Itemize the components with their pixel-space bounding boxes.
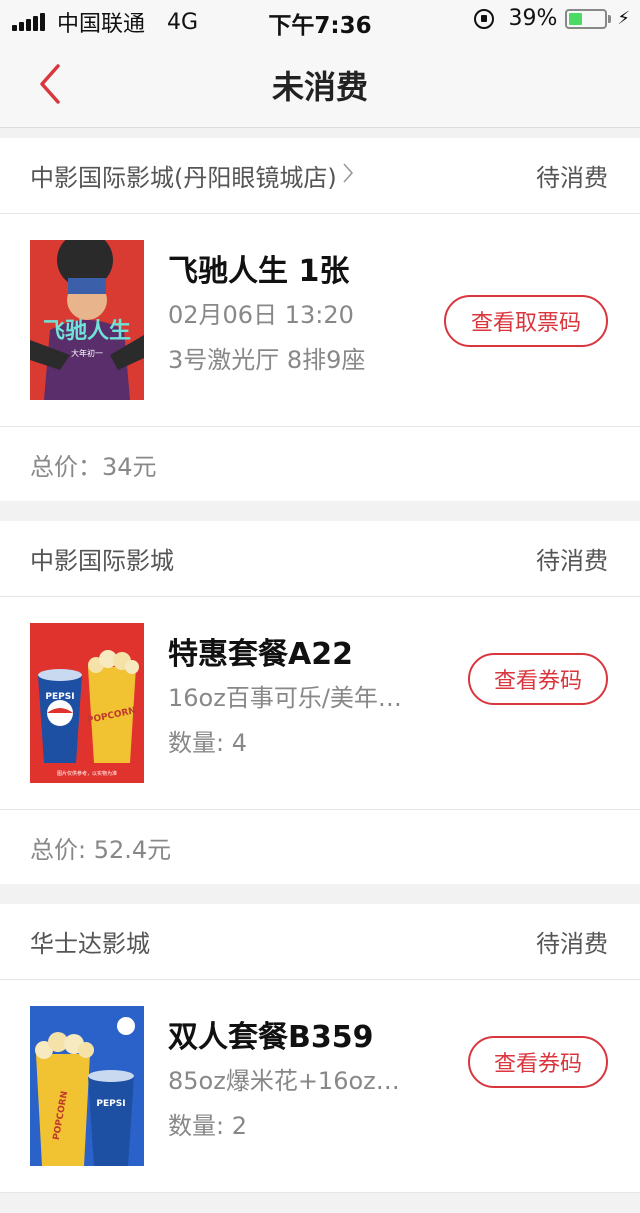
order-card-body: POPCORN PEPSI 双人套餐B359 85oz爆米花+16oz可… 数量… <box>0 980 640 1193</box>
cinema-name[interactable]: 中影国际影城(丹阳眼镜城店) <box>30 158 355 193</box>
combo-title: 特惠套餐A22 <box>168 637 353 672</box>
svg-text:PEPSI: PEPSI <box>45 692 74 702</box>
svg-text:图片仅供参考，以实物为准: 图片仅供参考，以实物为准 <box>57 770 117 777</box>
view-coupon-code-button[interactable]: 查看券码 <box>468 1036 608 1088</box>
view-ticket-code-button[interactable]: 查看取票码 <box>444 295 608 347</box>
order-list: 中影国际影城(丹阳眼镜城店) 待消费 飞驰人生 大年初一 飞驰人生 1张 02月… <box>0 138 640 1213</box>
order-card-header[interactable]: 华士达影城 待消费 <box>0 904 640 980</box>
battery-icon <box>565 8 608 29</box>
order-card-body: PEPSI POPCORN 图片仅供参考，以实物为准 特惠套餐A22 16oz百… <box>0 597 640 810</box>
chevron-left-icon <box>40 64 60 104</box>
order-status: 待消费 <box>536 164 608 192</box>
nav-bar: 未消费 <box>0 40 640 128</box>
status-right: 39% ⚡ <box>474 6 630 31</box>
cinema-name[interactable]: 中影国际影城 <box>30 541 174 576</box>
combo-title: 双人套餐B359 <box>168 1020 374 1055</box>
combo-description: 16oz百事可乐/美年… <box>168 684 402 712</box>
order-card-header[interactable]: 中影国际影城(丹阳眼镜城店) 待消费 <box>0 138 640 214</box>
seat-info: 3号激光厅 8排9座 <box>168 346 366 374</box>
order-total: 总价：34元 <box>30 452 157 481</box>
movie-poster[interactable]: 飞驰人生 大年初一 <box>30 240 144 400</box>
order-card: 中影国际影城 待消费 PEPSI POPCORN 图片仅供参考，以实物为准 特惠… <box>0 521 640 884</box>
status-bar: 中国联通 4G 下午7:36 39% ⚡ <box>0 0 640 40</box>
page-title: 未消费 <box>271 68 368 106</box>
cinema-name[interactable]: 华士达影城 <box>30 924 150 959</box>
svg-text:飞驰人生: 飞驰人生 <box>43 319 131 344</box>
combo-quantity: 数量: 4 <box>168 729 247 757</box>
cinema-name-label: 中影国际影城(丹阳眼镜城店) <box>30 164 337 192</box>
back-button[interactable] <box>28 60 76 108</box>
battery-percent: 39% <box>508 6 558 31</box>
order-total: 总价: 52.4元 <box>30 835 172 864</box>
order-card-header[interactable]: 中影国际影城 待消费 <box>0 521 640 597</box>
battery-tip <box>608 14 612 23</box>
rotation-lock-icon <box>474 8 495 29</box>
view-coupon-code-button[interactable]: 查看券码 <box>468 653 608 705</box>
order-status: 待消费 <box>536 930 608 958</box>
chevron-right-icon <box>341 161 355 191</box>
charging-bolt-icon: ⚡ <box>617 8 630 29</box>
order-card-body: 飞驰人生 大年初一 飞驰人生 1张 02月06日 13:20 3号激光厅 8排9… <box>0 214 640 427</box>
order-status: 待消费 <box>536 547 608 575</box>
svg-text:PEPSI: PEPSI <box>96 1099 125 1109</box>
showtime: 02月06日 13:20 <box>168 301 354 329</box>
combo-description: 85oz爆米花+16oz可… <box>168 1067 418 1095</box>
svg-text:大年初一: 大年初一 <box>71 348 103 358</box>
order-card: 中影国际影城(丹阳眼镜城店) 待消费 飞驰人生 大年初一 飞驰人生 1张 02月… <box>0 138 640 501</box>
combo-image[interactable]: POPCORN PEPSI <box>30 1006 144 1166</box>
movie-title: 飞驰人生 1张 <box>168 254 350 289</box>
combo-image[interactable]: PEPSI POPCORN 图片仅供参考，以实物为准 <box>30 623 144 783</box>
order-card: 华士达影城 待消费 POPCORN PEPSI 双人套餐B359 85oz爆米花… <box>0 904 640 1193</box>
